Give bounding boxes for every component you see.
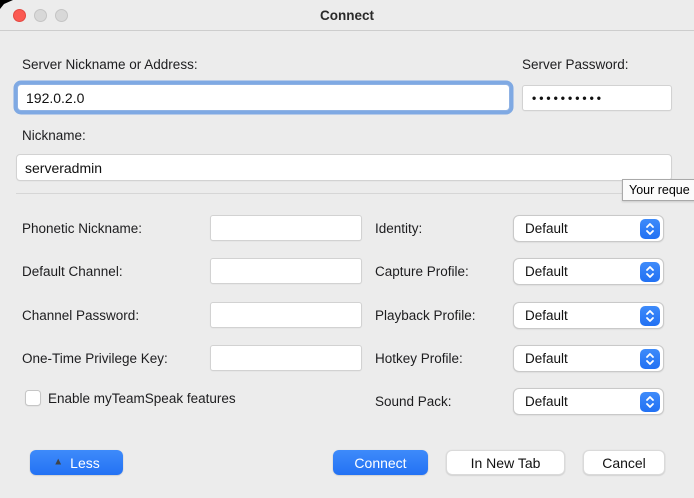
nickname-input[interactable] (16, 154, 672, 181)
stepper-icon (640, 306, 660, 326)
phonetic-nickname-label: Phonetic Nickname: (22, 221, 142, 236)
less-button[interactable]: ▲ Less (30, 450, 123, 475)
connect-button-label: Connect (354, 455, 406, 471)
privilege-key-label: One-Time Privilege Key: (22, 351, 168, 366)
hotkey-profile-dropdown-value: Default (525, 351, 568, 366)
connect-dialog: Connect Server Nickname or Address: Serv… (0, 0, 694, 498)
playback-profile-dropdown-value: Default (525, 308, 568, 323)
in-new-tab-button-label: In New Tab (471, 455, 541, 471)
identity-dropdown-value: Default (525, 221, 568, 236)
server-address-input[interactable] (17, 84, 510, 111)
privilege-key-input[interactable] (210, 345, 362, 371)
close-button[interactable] (13, 9, 26, 22)
cancel-button-label: Cancel (602, 455, 646, 471)
playback-profile-label: Playback Profile: (375, 308, 476, 323)
default-channel-label: Default Channel: (22, 264, 123, 279)
myteamspeak-checkbox[interactable] (25, 390, 41, 406)
traffic-lights (13, 9, 68, 22)
identity-dropdown[interactable]: Default (513, 215, 664, 242)
sound-pack-label: Sound Pack: (375, 394, 452, 409)
playback-profile-dropdown[interactable]: Default (513, 302, 664, 329)
stepper-icon (640, 349, 660, 369)
minimize-button (34, 9, 47, 22)
identity-label: Identity: (375, 221, 422, 236)
cursor-artifact (0, 0, 14, 10)
default-channel-input[interactable] (210, 258, 362, 284)
phonetic-nickname-input[interactable] (210, 215, 362, 241)
server-password-label: Server Password: (522, 57, 629, 72)
capture-profile-dropdown-value: Default (525, 264, 568, 279)
section-divider (16, 193, 678, 194)
myteamspeak-checkbox-label[interactable]: Enable myTeamSpeak features (48, 391, 236, 406)
less-button-label: Less (70, 455, 100, 471)
stepper-icon (640, 219, 660, 239)
stepper-icon (640, 262, 660, 282)
stepper-icon (640, 392, 660, 412)
in-new-tab-button[interactable]: In New Tab (446, 450, 565, 475)
capture-profile-dropdown[interactable]: Default (513, 258, 664, 285)
server-password-input[interactable] (522, 85, 672, 111)
nickname-label: Nickname: (22, 128, 86, 143)
titlebar[interactable]: Connect (0, 0, 694, 31)
sound-pack-dropdown-value: Default (525, 394, 568, 409)
capture-profile-label: Capture Profile: (375, 264, 469, 279)
channel-password-input[interactable] (210, 302, 362, 328)
connect-button[interactable]: Connect (333, 450, 428, 475)
sound-pack-dropdown[interactable]: Default (513, 388, 664, 415)
hotkey-profile-dropdown[interactable]: Default (513, 345, 664, 372)
channel-password-label: Channel Password: (22, 308, 139, 323)
cancel-button[interactable]: Cancel (583, 450, 665, 475)
server-address-label: Server Nickname or Address: (22, 57, 198, 72)
collapse-arrow-icon: ▲ (53, 457, 63, 467)
window-title: Connect (320, 8, 374, 23)
hotkey-profile-label: Hotkey Profile: (375, 351, 463, 366)
tooltip: Your reque (622, 179, 694, 201)
zoom-button (55, 9, 68, 22)
